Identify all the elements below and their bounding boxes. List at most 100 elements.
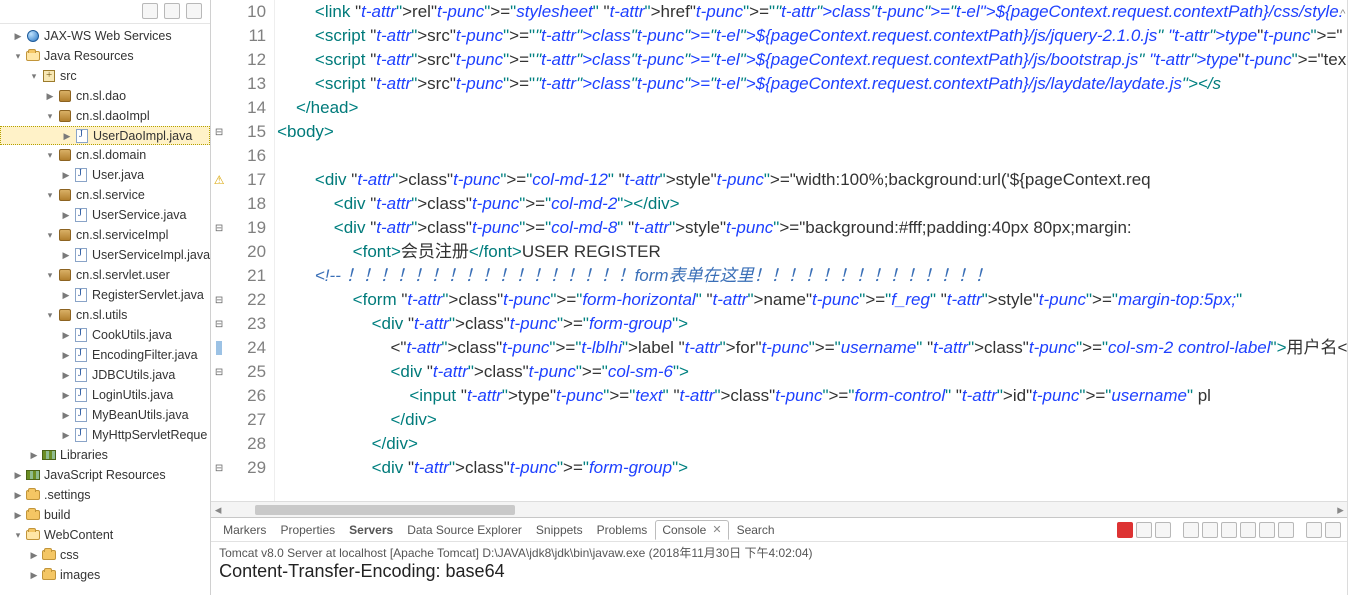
pin-console-icon[interactable]	[1240, 522, 1256, 538]
code-editor[interactable]: ⊟⚠⊟⊟⊟⊟⊟ 10111213141516171819202122232425…	[211, 0, 1347, 501]
word-wrap-icon[interactable]	[1221, 522, 1237, 538]
tree-file-userserviceimpl[interactable]: ▶UserServiceImpl.java	[0, 245, 210, 265]
link-editor-icon[interactable]	[164, 3, 180, 19]
tree-webcontent[interactable]: ▾WebContent	[0, 525, 210, 545]
terminate-icon[interactable]	[1117, 522, 1133, 538]
minimize-icon[interactable]	[1306, 522, 1322, 538]
display-selected-console-icon[interactable]	[1259, 522, 1275, 538]
tree-label: Libraries	[60, 445, 108, 465]
tree-libraries[interactable]: ▶Libraries	[0, 445, 210, 465]
tree-label: cn.sl.daoImpl	[76, 106, 150, 126]
tree-pkg-serviceimpl[interactable]: ▾cn.sl.serviceImpl	[0, 225, 210, 245]
project-explorer: ▶JAX-WS Web Services ▾Java Resources ▾sr…	[0, 0, 211, 595]
tree-file-userdaoimpl[interactable]: ▶UserDaoImpl.java	[0, 126, 210, 145]
tree-label: JAX-WS Web Services	[44, 26, 172, 46]
folder-icon	[26, 51, 40, 61]
scroll-lock-icon[interactable]	[1202, 522, 1218, 538]
view-menu-icon[interactable]	[186, 3, 202, 19]
tab-dse[interactable]: Data Source Explorer	[401, 521, 528, 539]
tab-markers[interactable]: Markers	[217, 521, 272, 539]
tree-file-cookutils[interactable]: ▶CookUtils.java	[0, 325, 210, 345]
tree-images[interactable]: ▶images	[0, 565, 210, 585]
tab-console[interactable]: Console✕	[655, 520, 728, 540]
remove-launch-icon[interactable]	[1136, 522, 1152, 538]
tab-label: Markers	[223, 523, 266, 537]
remove-all-terminated-icon[interactable]	[1155, 522, 1171, 538]
editor-horizontal-scrollbar[interactable]: ◂ ▸	[211, 501, 1347, 517]
tree-label: cn.sl.dao	[76, 86, 126, 106]
tab-label: Problems	[597, 523, 648, 537]
tab-properties[interactable]: Properties	[274, 521, 341, 539]
tree-label: cn.sl.service	[76, 185, 145, 205]
tree-js-resources[interactable]: ▶JavaScript Resources	[0, 465, 210, 485]
java-file-icon	[75, 288, 87, 302]
tree-label: WebContent	[44, 525, 113, 545]
tab-problems[interactable]: Problems	[591, 521, 654, 539]
tree-pkg-service[interactable]: ▾cn.sl.service	[0, 185, 210, 205]
tree-pkg-domain[interactable]: ▾cn.sl.domain	[0, 145, 210, 165]
java-file-icon	[75, 248, 87, 262]
project-tree[interactable]: ▶JAX-WS Web Services ▾Java Resources ▾sr…	[0, 24, 210, 595]
line-number-gutter[interactable]: 1011121314151617181920212223242526272829	[227, 0, 275, 501]
package-icon	[59, 309, 71, 321]
tab-snippets[interactable]: Snippets	[530, 521, 589, 539]
tree-label: src	[60, 66, 77, 86]
tree-pkg-servletuser[interactable]: ▾cn.sl.servlet.user	[0, 265, 210, 285]
collapse-all-icon[interactable]	[142, 3, 158, 19]
tree-settings[interactable]: ▶.settings	[0, 485, 210, 505]
tree-pkg-daoimpl[interactable]: ▾cn.sl.daoImpl	[0, 106, 210, 126]
maximize-icon[interactable]	[1325, 522, 1341, 538]
tree-file-mybeanutils[interactable]: ▶MyBeanUtils.java	[0, 405, 210, 425]
tree-file-myhttpservletreque[interactable]: ▶MyHttpServletReque	[0, 425, 210, 445]
tree-java-resources[interactable]: ▾Java Resources	[0, 46, 210, 66]
annotation-ruler[interactable]: ⊟⚠⊟⊟⊟⊟⊟	[211, 0, 227, 501]
package-icon	[59, 110, 71, 122]
tab-label: Snippets	[536, 523, 583, 537]
tree-label: css	[60, 545, 79, 565]
tree-jaxws[interactable]: ▶JAX-WS Web Services	[0, 26, 210, 46]
tree-pkg-dao[interactable]: ▶cn.sl.dao	[0, 86, 210, 106]
java-file-icon	[75, 208, 87, 222]
tree-file-jdbcutils[interactable]: ▶JDBCUtils.java	[0, 365, 210, 385]
tree-file-user[interactable]: ▶User.java	[0, 165, 210, 185]
scrollbar-thumb[interactable]	[255, 505, 515, 515]
tree-build[interactable]: ▶build	[0, 505, 210, 525]
folder-icon	[42, 550, 56, 560]
tree-src[interactable]: ▾src	[0, 66, 210, 86]
console-line: Content-Transfer-Encoding: base64	[219, 561, 1339, 582]
source-folder-icon	[43, 70, 55, 82]
tree-css[interactable]: ▶css	[0, 545, 210, 565]
explorer-toolbar	[0, 0, 210, 24]
tree-file-loginutils[interactable]: ▶LoginUtils.java	[0, 385, 210, 405]
tree-file-registerservlet[interactable]: ▶RegisterServlet.java	[0, 285, 210, 305]
tree-file-userservice[interactable]: ▶UserService.java	[0, 205, 210, 225]
folder-icon	[42, 570, 56, 580]
tree-label: RegisterServlet.java	[92, 285, 204, 305]
tree-file-encodingfilter[interactable]: ▶EncodingFilter.java	[0, 345, 210, 365]
java-file-icon	[76, 129, 88, 143]
close-icon[interactable]: ✕	[712, 523, 721, 536]
scroll-up-indicator: ^	[1340, 2, 1345, 26]
java-file-icon	[75, 348, 87, 362]
tree-pkg-utils[interactable]: ▾cn.sl.utils	[0, 305, 210, 325]
tree-label: User.java	[92, 165, 144, 185]
code-area[interactable]: <link "t-attr">rel"t-punc">="stylesheet"…	[275, 0, 1347, 501]
clear-console-icon[interactable]	[1183, 522, 1199, 538]
tree-label: .settings	[44, 485, 91, 505]
folder-icon	[26, 490, 40, 500]
package-icon	[59, 149, 71, 161]
java-file-icon	[75, 388, 87, 402]
console-output[interactable]: Tomcat v8.0 Server at localhost [Apache …	[211, 542, 1347, 595]
tree-label: LoginUtils.java	[92, 385, 173, 405]
tab-search[interactable]: Search	[731, 521, 781, 539]
open-console-icon[interactable]	[1278, 522, 1294, 538]
tree-label: cn.sl.utils	[76, 305, 127, 325]
java-file-icon	[75, 168, 87, 182]
tree-label: EncodingFilter.java	[92, 345, 198, 365]
tab-label: Properties	[280, 523, 335, 537]
console-toolbar	[1117, 522, 1341, 538]
tab-servers[interactable]: Servers	[343, 521, 399, 539]
bottom-tabs: Markers Properties Servers Data Source E…	[211, 518, 1347, 542]
globe-icon	[27, 30, 39, 42]
tree-label: cn.sl.serviceImpl	[76, 225, 168, 245]
